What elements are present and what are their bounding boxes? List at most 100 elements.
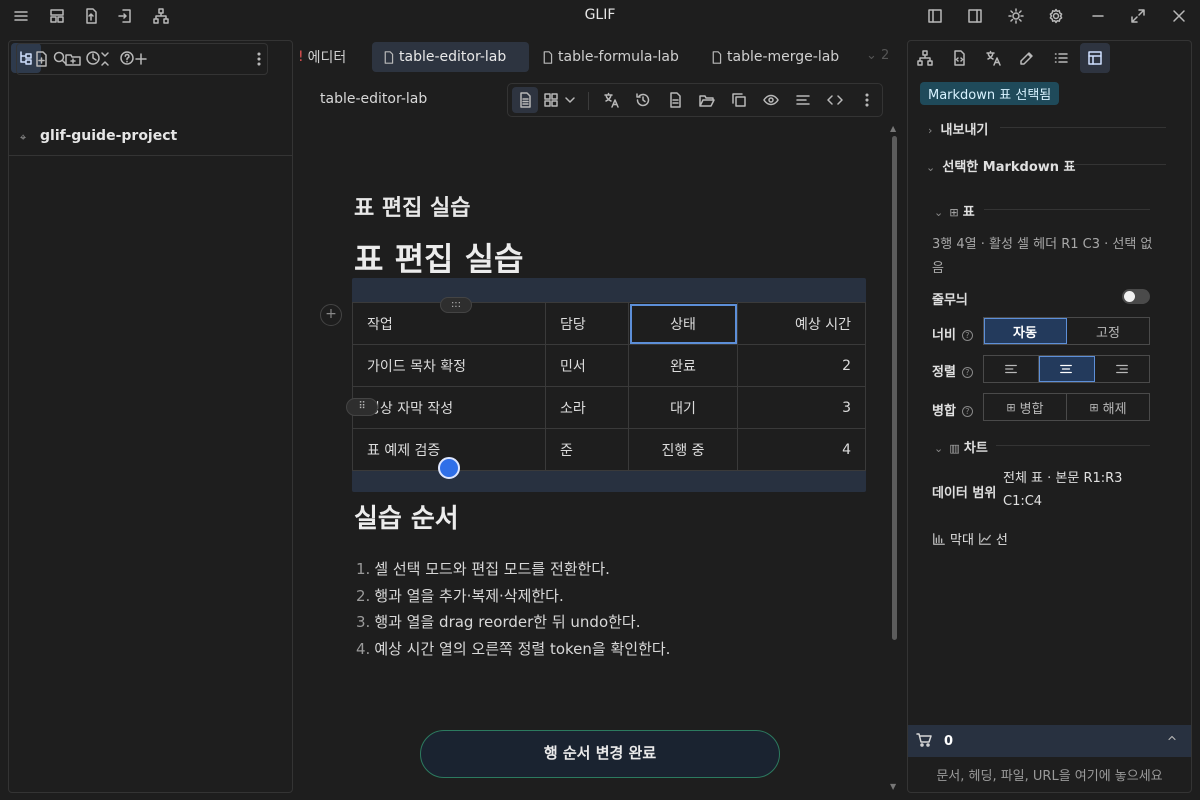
- folder-open-icon[interactable]: [694, 87, 720, 113]
- settings-gear-icon[interactable]: [1043, 3, 1069, 29]
- close-icon[interactable]: [1166, 3, 1192, 29]
- table-cell[interactable]: 3: [737, 386, 866, 429]
- unmerge-button[interactable]: ⊞ 해제: [1067, 394, 1149, 420]
- table-cell[interactable]: 가이드 목차 확정: [352, 344, 546, 387]
- tab-label: 에디터: [307, 50, 347, 66]
- column-drag-handle[interactable]: :::: [440, 297, 472, 313]
- table-cell[interactable]: 진행 중: [628, 428, 738, 471]
- chevron-up-icon[interactable]: [1166, 732, 1178, 744]
- table-cell[interactable]: 2: [737, 344, 866, 387]
- drop-zone-hint[interactable]: 문서, 헤딩, 파일, URL을 여기에 놓으세요: [908, 765, 1191, 784]
- theme-sun-icon[interactable]: [1003, 3, 1029, 29]
- chart-line-option[interactable]: 선: [996, 529, 1008, 548]
- align-center-icon: [1059, 362, 1073, 376]
- left-sidebar: [8, 40, 293, 793]
- file-icon: [710, 50, 723, 64]
- translate-icon[interactable]: [978, 43, 1008, 73]
- editor-scrollbar[interactable]: [892, 136, 897, 640]
- file-icon[interactable]: [662, 87, 688, 113]
- align-right-button[interactable]: [1095, 356, 1149, 382]
- tab-marker: !: [298, 49, 304, 65]
- table-cell[interactable]: 대기: [628, 386, 738, 429]
- list-item: 1. 셀 선택 모드와 편집 모드를 전환한다.: [356, 560, 610, 578]
- selected-table-section[interactable]: ⌄ 선택한 Markdown 표: [926, 156, 1076, 175]
- align-center-button[interactable]: [1039, 356, 1095, 382]
- edit-icon[interactable]: [1012, 43, 1042, 73]
- chart-type-options: 막대 선: [932, 529, 1008, 548]
- vault-name[interactable]: glif-guide-project: [40, 128, 177, 144]
- table-cell[interactable]: 준: [545, 428, 629, 471]
- chevron-down-icon[interactable]: [559, 87, 581, 113]
- tab-overflow[interactable]: ⌄ 2: [866, 48, 889, 63]
- export-section[interactable]: › 내보내기: [928, 119, 988, 138]
- scroll-down-icon[interactable]: ▼: [890, 782, 896, 791]
- pointer-indicator: [438, 457, 460, 479]
- copy-icon[interactable]: [726, 87, 752, 113]
- tab-editor[interactable]: ! 에디터: [296, 42, 356, 72]
- add-icon[interactable]: [128, 46, 154, 72]
- table-icon: ⊞: [949, 206, 959, 219]
- chevron-down-icon: ⌄: [926, 161, 936, 174]
- history-icon[interactable]: [630, 87, 656, 113]
- chart-bar-option[interactable]: 막대: [950, 529, 974, 548]
- list-icon[interactable]: [1046, 43, 1076, 73]
- table-header-cell-active[interactable]: 상태: [628, 302, 738, 345]
- table-subsection[interactable]: ⌄ ⊞ 표: [934, 201, 975, 220]
- scroll-up-icon[interactable]: ▲: [890, 124, 896, 133]
- tab-label: table-merge-lab: [727, 49, 840, 65]
- align-left-button[interactable]: [984, 356, 1040, 382]
- table-header-cell[interactable]: 예상 시간: [737, 302, 866, 345]
- sidebar-left-icon[interactable]: [922, 3, 948, 29]
- table-cell[interactable]: 소라: [545, 386, 629, 429]
- tab-table-formula-lab[interactable]: table-formula-lab: [531, 42, 689, 72]
- file-toolbar: [16, 43, 268, 75]
- list-item: 3. 행과 열을 drag reorder한 뒤 undo한다.: [356, 613, 641, 631]
- code-icon[interactable]: [822, 87, 848, 113]
- data-range-label: 데이터 범위: [932, 486, 997, 501]
- title-bar: GLIF: [0, 0, 1200, 32]
- new-file-icon[interactable]: [28, 46, 54, 72]
- new-folder-icon[interactable]: [60, 46, 86, 72]
- align-icon[interactable]: [790, 87, 816, 113]
- width-fixed-button[interactable]: 고정: [1067, 318, 1149, 344]
- align-right-icon: [1115, 362, 1129, 376]
- steps-list: 1. 셀 선택 모드와 편집 모드를 전환한다. 2. 행과 열을 추가·복제·삭제…: [356, 558, 670, 664]
- sidebar-right-icon[interactable]: [962, 3, 988, 29]
- document-mode-icon[interactable]: [512, 87, 538, 113]
- file-icon: [382, 50, 395, 64]
- minimize-icon[interactable]: [1085, 3, 1111, 29]
- table-icon[interactable]: [1080, 43, 1110, 73]
- sitemap-icon[interactable]: [910, 43, 940, 73]
- merge-button[interactable]: ⊞ 병합: [984, 394, 1067, 420]
- bar-chart-icon[interactable]: [932, 532, 946, 546]
- chevron-right-icon: ›: [928, 124, 933, 137]
- help-icon[interactable]: ?: [961, 406, 973, 417]
- translate-icon[interactable]: [598, 87, 624, 113]
- help-icon[interactable]: ?: [961, 367, 973, 378]
- table-cell[interactable]: 민서: [545, 344, 629, 387]
- eye-icon[interactable]: [758, 87, 784, 113]
- table-cell[interactable]: 4: [737, 428, 866, 471]
- line-chart-icon[interactable]: [978, 532, 992, 546]
- help-icon[interactable]: ?: [961, 330, 973, 341]
- table-cell[interactable]: 완료: [628, 344, 738, 387]
- add-column-button[interactable]: +: [320, 304, 342, 326]
- merge-segmented-control: ⊞ 병합 ⊞ 해제: [983, 393, 1150, 421]
- width-auto-button[interactable]: 자동: [984, 318, 1067, 344]
- stripes-label: 줄무늬: [932, 293, 968, 308]
- pin-icon: ⌖: [20, 131, 27, 144]
- tab-table-editor-lab[interactable]: table-editor-lab: [372, 42, 529, 72]
- row-drag-handle[interactable]: ⠿: [346, 398, 378, 416]
- more-icon[interactable]: [246, 46, 272, 72]
- list-item: 4. 예상 시간 열의 오른쪽 정렬 token을 확인한다.: [356, 639, 671, 658]
- align-segmented-control: [983, 355, 1150, 383]
- file-code-icon[interactable]: [944, 43, 974, 73]
- table-cell[interactable]: 영상 자막 작성: [352, 386, 546, 429]
- data-range-value[interactable]: 전체 표 · 본문 R1:R3 C1:C4: [1003, 467, 1143, 513]
- chart-subsection[interactable]: ⌄ ▥ 차트: [934, 437, 988, 456]
- tab-table-merge-lab[interactable]: table-merge-lab: [700, 42, 849, 72]
- table-header-cell[interactable]: 담당: [545, 302, 629, 345]
- more-icon[interactable]: [854, 87, 880, 113]
- collapse-icon[interactable]: [92, 46, 118, 72]
- maximize-icon[interactable]: [1125, 3, 1151, 29]
